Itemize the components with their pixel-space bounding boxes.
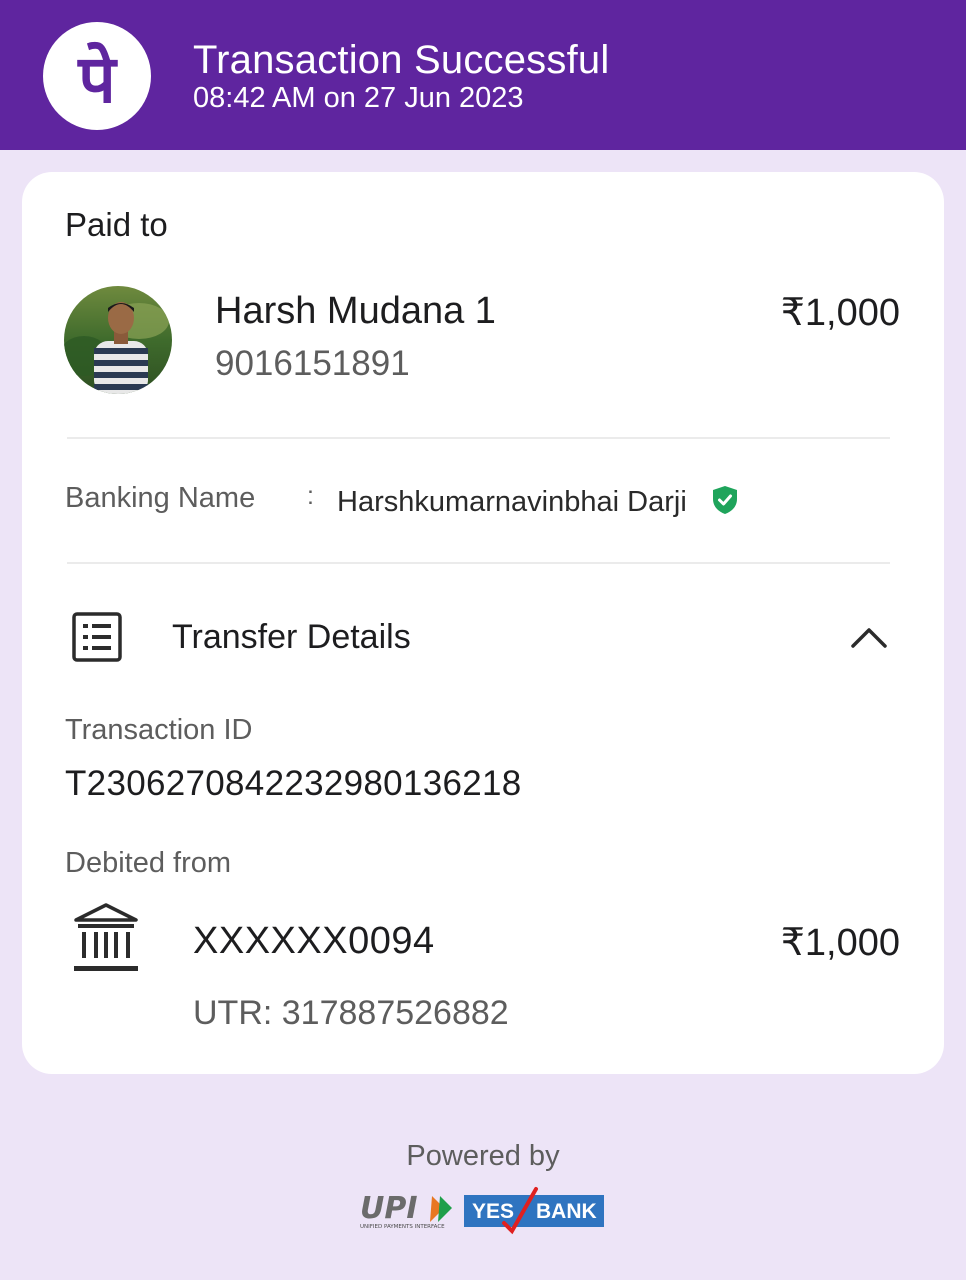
banking-name-label: Banking Name (65, 482, 256, 514)
banking-name-separator: : (307, 482, 314, 510)
payee-avatar[interactable] (64, 286, 172, 394)
phonepe-logo-icon: पे (43, 22, 151, 130)
powered-by-label: Powered by (406, 1140, 560, 1172)
yes-bank-logo: YES BANK (464, 1187, 604, 1235)
transaction-timestamp: 08:42 AM on 27 Jun 2023 (193, 82, 524, 114)
paid-amount: ₹1,000 (780, 292, 900, 334)
transaction-card: Paid to Harsh Mudana 1 9016151891 ₹1,000… (22, 172, 944, 1074)
divider (67, 562, 890, 564)
receipt-list-icon (72, 612, 122, 667)
transaction-id-label: Transaction ID (65, 714, 253, 746)
payee-phone: 9016151891 (215, 344, 410, 383)
transfer-details-title[interactable]: Transfer Details (172, 618, 411, 657)
divider (67, 437, 890, 439)
yes-bank-tick-icon (502, 1187, 538, 1235)
yes-bank-logo-bank: BANK (536, 1200, 597, 1223)
debit-account-number: XXXXXX0094 (193, 920, 435, 962)
upi-logo-text: UPI (360, 1191, 418, 1226)
transaction-id-value[interactable]: T2306270842232980136218 (65, 764, 522, 804)
upi-logo-icon: UPI UNIFIED PAYMENTS INTERFACE (358, 1190, 458, 1235)
svg-text:पे: पे (76, 41, 118, 118)
debited-amount: ₹1,000 (780, 922, 900, 964)
transaction-status-title: Transaction Successful (193, 38, 610, 82)
debited-from-label: Debited from (65, 847, 232, 879)
chevron-up-icon[interactable] (850, 624, 888, 655)
paid-to-label: Paid to (65, 206, 168, 243)
payee-name: Harsh Mudana 1 (215, 290, 496, 332)
verified-shield-icon (711, 485, 739, 520)
banking-name-value: Harshkumarnavinbhai Darji (337, 486, 687, 518)
header-bar: पे Transaction Successful 08:42 AM on 27… (0, 0, 966, 150)
bank-building-icon (72, 902, 140, 979)
utr-number[interactable]: UTR: 317887526882 (193, 994, 509, 1033)
upi-logo-subtext: UNIFIED PAYMENTS INTERFACE (360, 1224, 445, 1230)
